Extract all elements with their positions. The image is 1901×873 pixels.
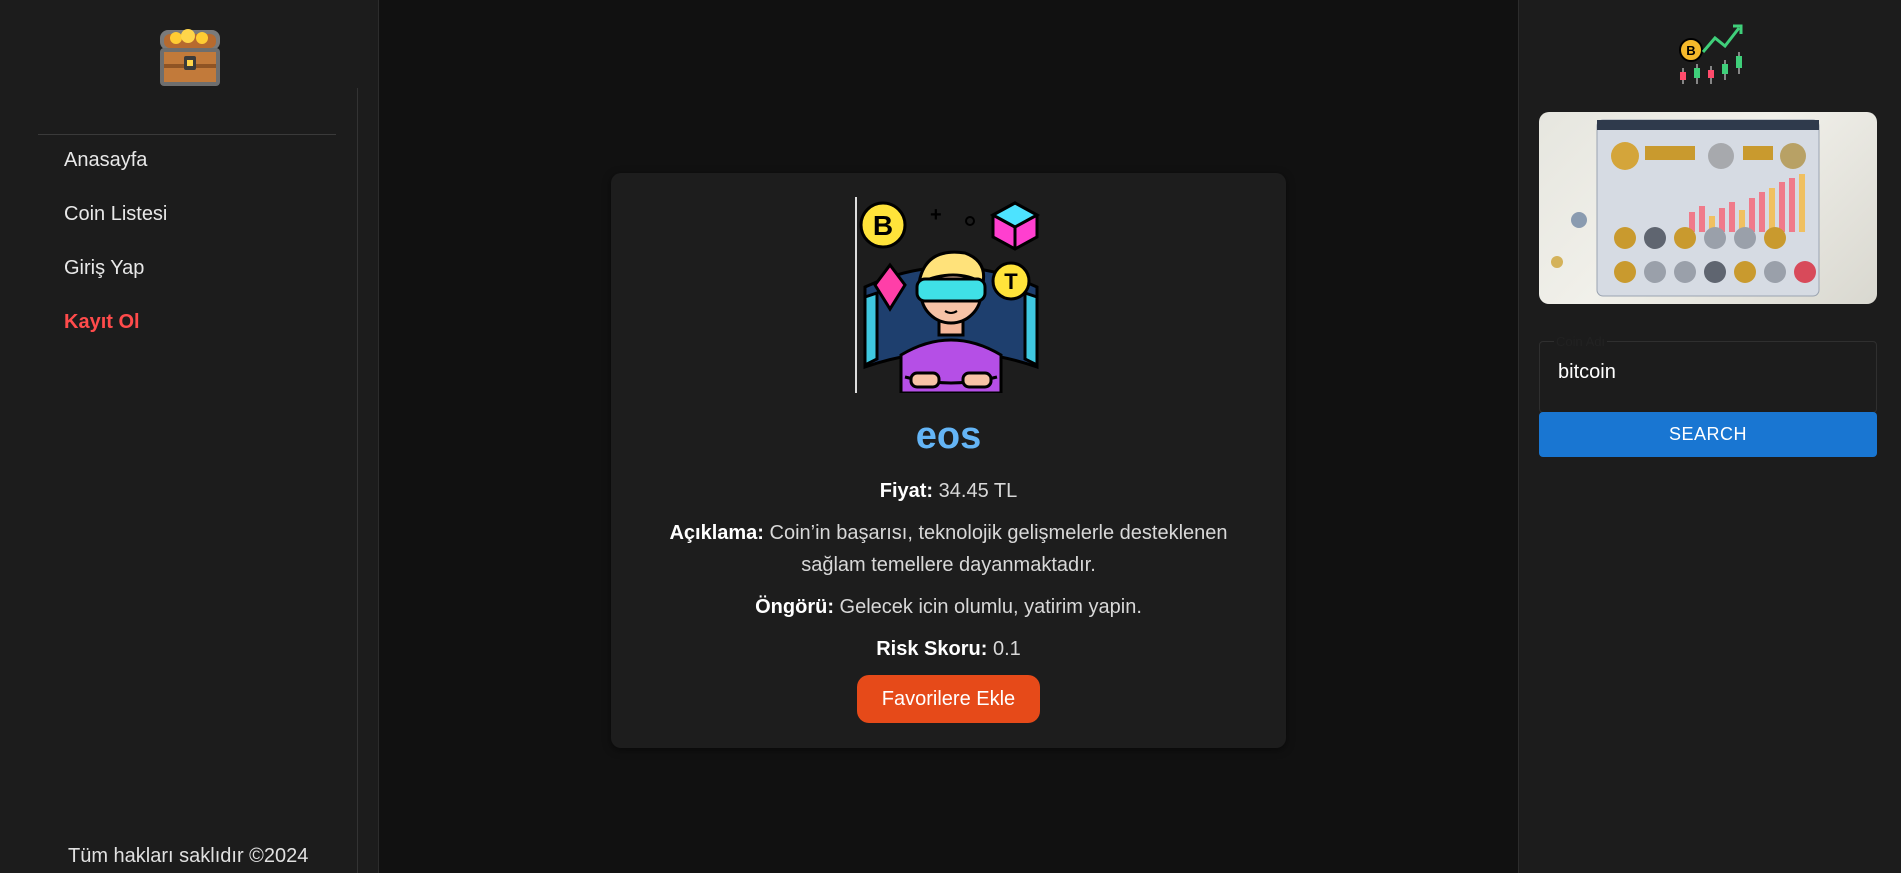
description-label: Açıklama: xyxy=(669,522,764,544)
coin-name-field: Coin Adı xyxy=(1539,334,1877,413)
svg-text:B: B xyxy=(873,210,893,241)
price-value: 34.45 TL xyxy=(938,480,1018,502)
price-label: Fiyat: xyxy=(879,480,934,502)
price-row: Fiyat: 34.45 TL xyxy=(651,475,1246,507)
sidebar-item-kayit-ol[interactable]: Kayıt Ol xyxy=(64,307,167,361)
sidebar-divider-vertical xyxy=(357,88,358,873)
sidebar-item-coin-listesi[interactable]: Coin Listesi xyxy=(64,199,167,253)
coin-search-input[interactable] xyxy=(1556,360,1860,385)
forecast-value: Gelecek icin olumlu, yatirim yapin. xyxy=(839,596,1142,618)
forecast-label: Öngörü: xyxy=(755,596,834,618)
sidebar-divider xyxy=(38,134,336,135)
coin-detail-card: B + T eos Fiyat: 34.45 TL Açıklama: Coin… xyxy=(611,173,1286,748)
crypto-dashboard-illustration xyxy=(1539,112,1877,304)
add-to-favorites-button[interactable]: Favorilere Ekle xyxy=(857,675,1040,723)
sidebar-item-anasayfa[interactable]: Anasayfa xyxy=(64,145,167,199)
description-value: Coin’in başarısı, teknolojik gelişmelerl… xyxy=(769,522,1228,576)
search-button[interactable]: SEARCH xyxy=(1539,412,1877,457)
risk-row: Risk Skoru: 0.1 xyxy=(651,633,1246,665)
crypto-chart-icon: B xyxy=(1675,22,1747,88)
right-sidebar: B Coin Adı bitcoin SEARCH xyxy=(1518,0,1901,873)
sidebar-nav: Anasayfa Coin Listesi Giriş Yap Kayıt Ol xyxy=(64,145,167,361)
svg-text:B: B xyxy=(1686,43,1695,58)
svg-text:T: T xyxy=(1004,269,1018,294)
risk-label: Risk Skoru: xyxy=(876,638,988,660)
risk-value: 0.1 xyxy=(992,638,1021,660)
treasure-chest-icon[interactable] xyxy=(156,20,224,90)
sidebar-item-giris-yap[interactable]: Giriş Yap xyxy=(64,253,167,307)
description-row: Açıklama: Coin’in başarısı, teknolojik g… xyxy=(651,517,1246,581)
coin-name: eos xyxy=(915,415,982,457)
left-sidebar: Anasayfa Coin Listesi Giriş Yap Kayıt Ol… xyxy=(0,0,379,873)
coin-name-field-label: Coin Adı xyxy=(1554,334,1608,349)
vr-crypto-avatar-icon: B + T xyxy=(855,197,1047,395)
forecast-row: Öngörü: Gelecek icin olumlu, yatirim yap… xyxy=(651,591,1246,623)
svg-text:+: + xyxy=(930,204,942,226)
footer-copyright: Tüm hakları saklıdır ©2024 xyxy=(68,845,309,867)
